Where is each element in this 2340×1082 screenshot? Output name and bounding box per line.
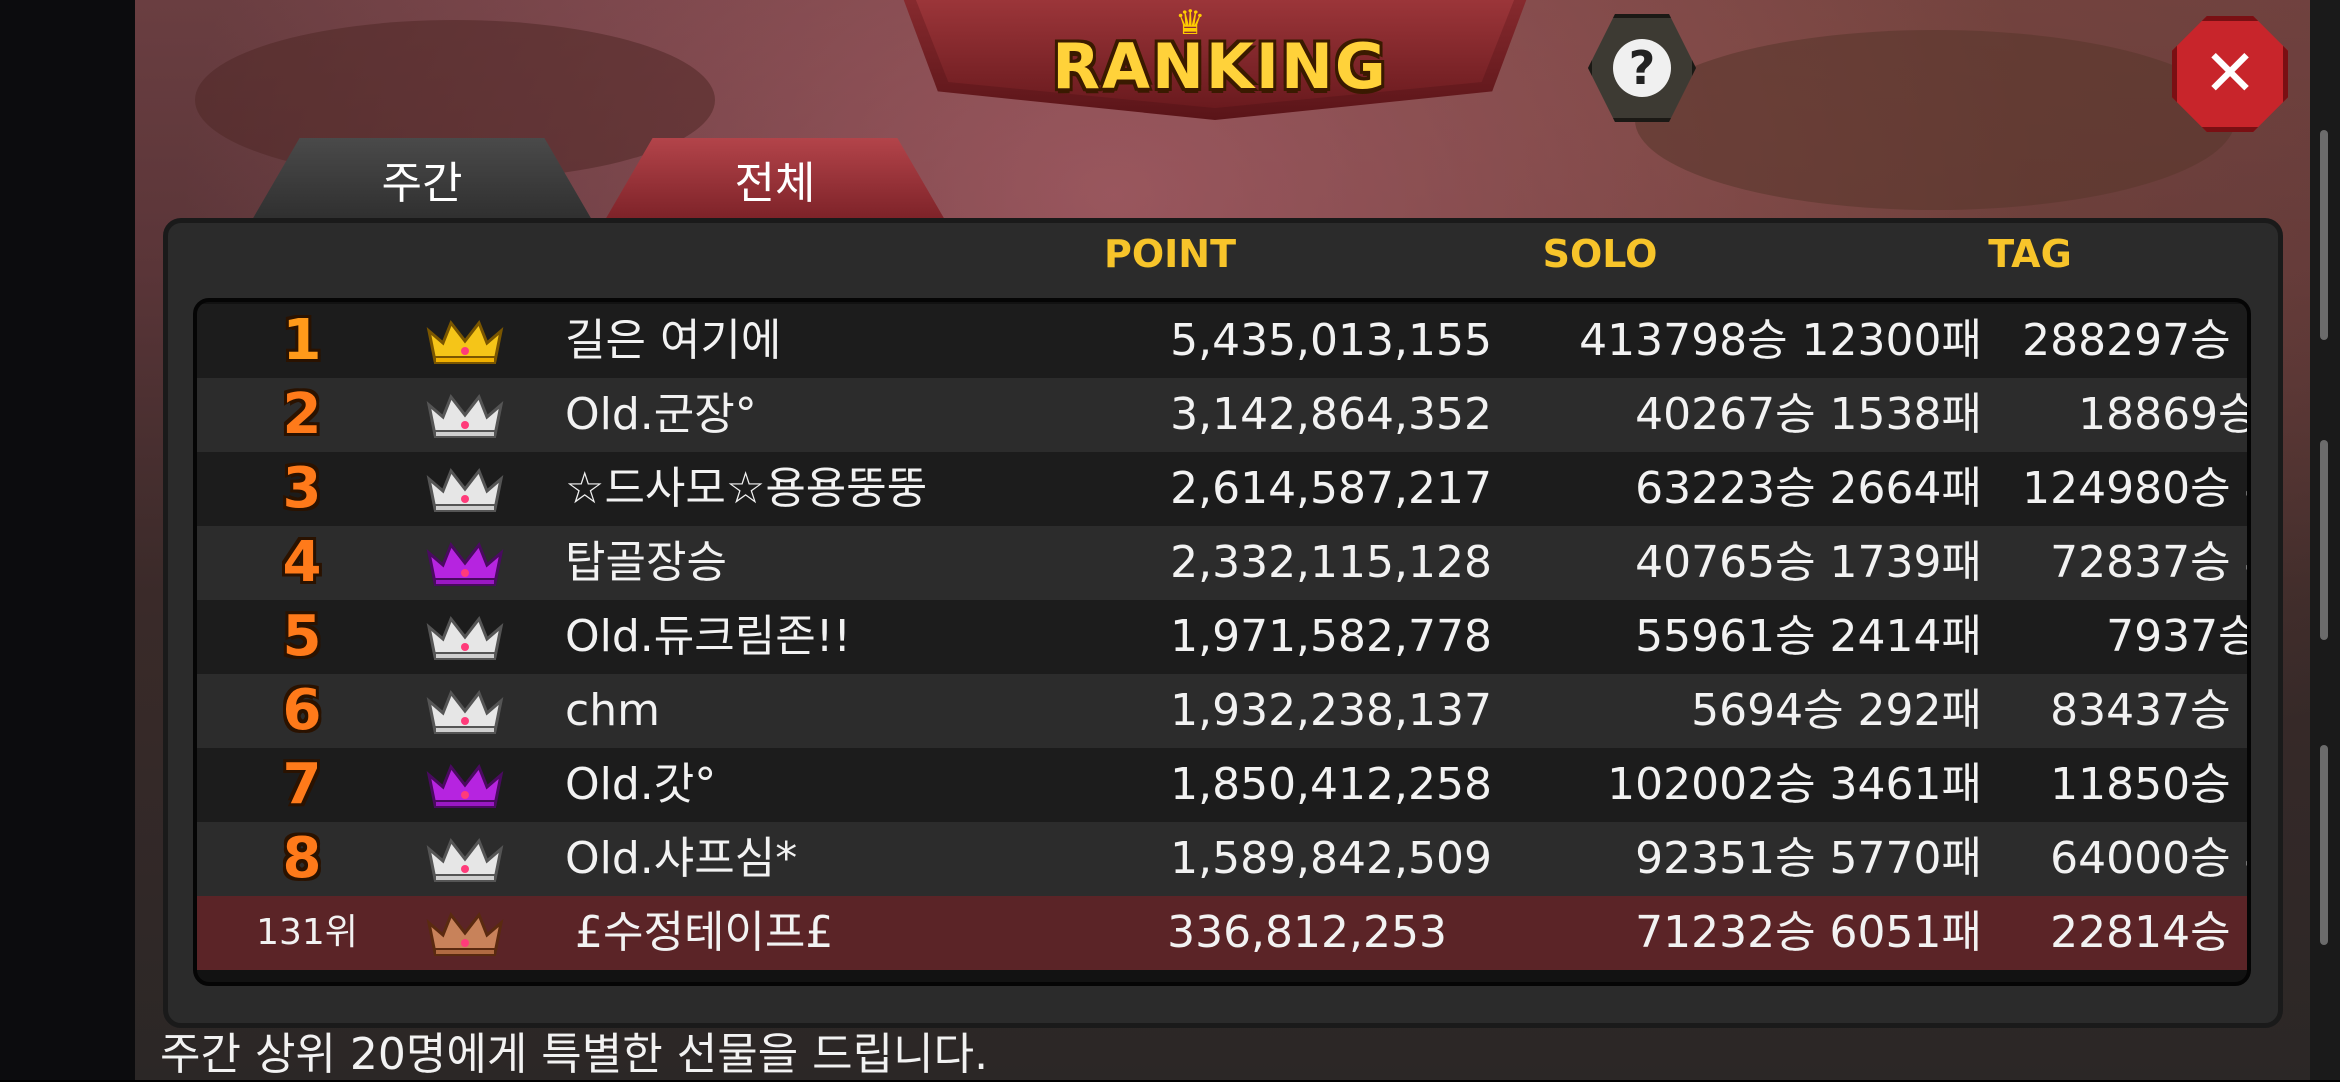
my-tag-record: 22814승 1345패 (2050, 907, 2247, 958)
my-rank-row[interactable]: 131위 £수정테이프£ 336,812,253 71232승 6051패 22… (197, 896, 2247, 970)
player-name: Old.듀크림존!! (565, 611, 851, 662)
page-title: RANKING (1052, 30, 1388, 103)
player-name: chm (565, 685, 660, 736)
my-player-point: 336,812,253 (1167, 907, 1447, 958)
system-edge-left (0, 0, 135, 1080)
table-row[interactable]: 5 Old.듀크림존!! 1,971,582,778 55961승 2414패 … (197, 600, 2247, 674)
ranking-list[interactable]: 1 길은 여기에 5,435,013,155 413798승 12300패 28… (193, 298, 2251, 986)
player-tag-record: 64000승 4973패 (2050, 833, 2247, 884)
rank-number: 8 (282, 826, 322, 891)
rank-number: 3 (282, 456, 322, 521)
table-row[interactable]: 7 Old.갓° 1,850,412,258 102002승 3461패 118… (197, 748, 2247, 822)
my-player-name: £수정테이프£ (575, 907, 834, 958)
player-name: Old.군장° (565, 389, 757, 440)
silver-crown-icon (425, 686, 505, 736)
table-row[interactable]: 6 chm 1,932,238,137 5694승 292패 83437승 35… (197, 674, 2247, 748)
table-row[interactable]: 3 ☆드사모☆용용뚱뚱 2,614,587,217 63223승 2664패 1… (197, 452, 2247, 526)
silver-crown-icon (425, 612, 505, 662)
rank-number: 5 (282, 604, 322, 669)
bronze-crown-icon (425, 908, 505, 958)
rank-number: 6 (282, 678, 322, 743)
rank-number: 4 (282, 530, 322, 595)
player-point: 1,932,238,137 (1170, 685, 1492, 736)
scroll-indicator (2320, 745, 2328, 945)
player-solo-record: 5694승 292패 (1691, 685, 1982, 736)
player-point: 1,971,582,778 (1170, 611, 1492, 662)
player-name: 탑골장승 (565, 537, 727, 588)
column-header-solo: SOLO (1542, 232, 1658, 276)
rank-number: 7 (282, 752, 322, 817)
question-icon: ? (1613, 39, 1671, 97)
purple-crown-icon (425, 538, 505, 588)
purple-crown-icon (425, 760, 505, 810)
player-solo-record: 92351승 5770패 (1635, 833, 1982, 884)
silver-crown-icon (425, 390, 505, 440)
table-row[interactable]: 8 Old.샤프심* 1,589,842,509 92351승 5770패 64… (197, 822, 2247, 896)
table-row[interactable]: 4 탑골장승 2,332,115,128 40765승 1739패 72837승… (197, 526, 2247, 600)
tab-all[interactable]: 전체 (605, 138, 945, 220)
player-tag-record: 288297승 7519패 (2022, 315, 2247, 366)
player-point: 3,142,864,352 (1170, 389, 1492, 440)
player-point: 1,850,412,258 (1170, 759, 1492, 810)
close-icon: ✕ (2203, 37, 2257, 111)
player-solo-record: 55961승 2414패 (1635, 611, 1982, 662)
rank-number: 1 (282, 308, 322, 373)
scroll-indicator (2320, 130, 2328, 340)
player-tag-record: 72837승 4300패 (2050, 537, 2247, 588)
rank-number: 2 (282, 382, 322, 447)
table-row[interactable]: 2 Old.군장° 3,142,864,352 40267승 1538패 188… (197, 378, 2247, 452)
player-name: Old.샤프심* (565, 833, 798, 884)
tab-weekly[interactable]: 주간 (252, 138, 592, 220)
player-tag-record: 83437승 3575패 (2050, 685, 2247, 736)
table-row[interactable]: 1 길은 여기에 5,435,013,155 413798승 12300패 28… (197, 304, 2247, 378)
player-tag-record: 124980승 4873패 (2022, 463, 2247, 514)
scroll-indicator (2320, 440, 2328, 640)
player-tag-record: 18869승 540패 (2078, 389, 2251, 440)
my-rank: 131위 (256, 912, 358, 953)
player-solo-record: 40765승 1739패 (1635, 537, 1982, 588)
my-solo-record: 71232승 6051패 (1635, 907, 1982, 958)
player-tag-record: 7937승 562패 (2106, 611, 2251, 662)
player-name: ☆드사모☆용용뚱뚱 (565, 463, 928, 514)
gold-crown-icon (425, 316, 505, 366)
reward-notice: 주간 상위 20명에게 특별한 선물을 드립니다. (160, 1029, 989, 1080)
player-point: 5,435,013,155 (1170, 315, 1492, 366)
player-solo-record: 63223승 2664패 (1635, 463, 1982, 514)
player-solo-record: 40267승 1538패 (1635, 389, 1982, 440)
player-point: 2,614,587,217 (1170, 463, 1492, 514)
player-point: 2,332,115,128 (1170, 537, 1492, 588)
column-header-point: POINT (1103, 232, 1237, 276)
silver-crown-icon (425, 464, 505, 514)
player-solo-record: 413798승 12300패 (1579, 315, 1982, 366)
player-name: 길은 여기에 (565, 315, 782, 366)
player-solo-record: 102002승 3461패 (1607, 759, 1982, 810)
silver-crown-icon (425, 834, 505, 884)
background-rock (1635, 30, 2235, 210)
player-tag-record: 11850승 1605패 (2050, 759, 2247, 810)
player-point: 1,589,842,509 (1170, 833, 1492, 884)
column-header-tag: TAG (1988, 232, 2072, 276)
player-name: Old.갓° (565, 759, 717, 810)
